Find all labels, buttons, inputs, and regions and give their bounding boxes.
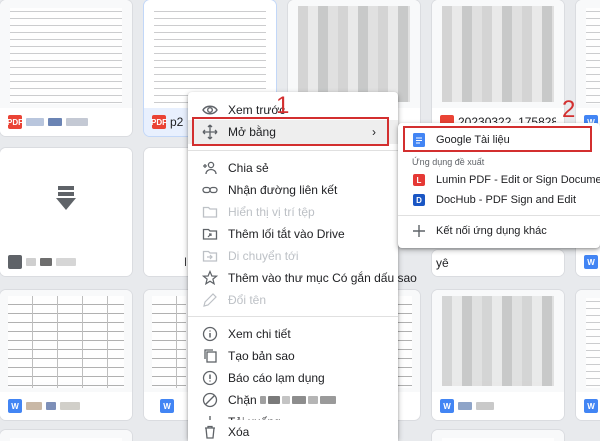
menu-item-label: Thêm vào thư mục Có gắn dấu sao [228, 271, 417, 285]
link-icon [202, 182, 218, 198]
menu-item-label: Đổi tên [228, 293, 267, 307]
copy-icon [202, 348, 218, 364]
menu-item-label: Di chuyển tới [228, 249, 299, 263]
open-with-submenu: Google Tài liệu Ứng dụng đề xuất L Lumin… [398, 123, 600, 248]
menu-item-label: Chặn [228, 393, 257, 407]
folder-icon [202, 204, 218, 220]
submenu-item-label: Lumin PDF - Edit or Sign Documents [436, 174, 600, 186]
menu-item-delete[interactable]: Xóa [188, 420, 398, 441]
file-card[interactable]: W [0, 290, 132, 420]
file-card[interactable]: W [144, 290, 194, 420]
star-icon [202, 270, 218, 286]
person-add-icon [202, 160, 218, 176]
blurred-email [260, 396, 336, 404]
menu-item-label: Chia sẻ [228, 161, 269, 175]
word-file-icon: W [584, 399, 598, 413]
menu-item-label: Xem chi tiết [228, 327, 291, 341]
file-name: yê [436, 256, 449, 270]
file-card[interactable] [432, 430, 564, 441]
menu-item-show-location[interactable]: Hiển thị vị trí tệp [188, 200, 398, 224]
menu-item-get-link[interactable]: Nhận đường liên kết [188, 178, 398, 202]
lumin-pdf-icon: L [412, 173, 426, 187]
word-file-icon: W [584, 255, 598, 269]
menu-item-move-to[interactable]: Di chuyển tới [188, 244, 398, 268]
menu-item-label: Tạo bản sao [228, 349, 295, 363]
folder-card[interactable] [0, 148, 132, 276]
context-menu: Xem trước Mở bằng › Chia sẻ Nhận đường l… [188, 92, 417, 441]
block-icon [202, 392, 218, 408]
pdf-file-icon: PDF [7, 115, 23, 129]
file-card[interactable]: yê [432, 250, 564, 276]
drive-shortcut-icon [202, 226, 218, 242]
menu-item-label: Nhận đường liên kết [228, 183, 338, 197]
highlight-box-open-with [192, 117, 389, 146]
word-file-icon: W [8, 399, 22, 413]
file-card[interactable]: IE [144, 148, 194, 276]
menu-item-report-abuse[interactable]: Báo cáo lạm dụng [188, 366, 398, 390]
file-name: IE [184, 255, 186, 269]
step-number-1: 1 [276, 92, 290, 119]
step-number-2: 2 [562, 96, 576, 123]
menu-item-block[interactable]: Chặn [188, 388, 398, 412]
menu-divider [188, 150, 398, 151]
file-card[interactable]: W [576, 0, 600, 136]
plus-icon [412, 224, 426, 238]
submenu-item-dochub[interactable]: D DocHub - PDF Sign and Edit [398, 189, 600, 211]
submenu-item-lumin-pdf[interactable]: L Lumin PDF - Edit or Sign Documents [398, 169, 600, 191]
file-card[interactable]: 20230322_175828721 [432, 0, 564, 136]
menu-item-label: Thêm lối tắt vào Drive [228, 227, 345, 241]
pdf-file-icon: PDF [151, 115, 167, 129]
menu-item-label: Xóa [228, 425, 250, 439]
menu-item-make-copy[interactable]: Tạo bản sao [188, 344, 398, 368]
file-card[interactable]: W [576, 290, 600, 420]
file-card[interactable]: PDF [0, 0, 132, 136]
file-card[interactable]: W [432, 290, 564, 420]
move-to-folder-icon [202, 248, 218, 264]
menu-item-details[interactable]: Xem chi tiết [188, 322, 398, 346]
file-name: p2 [170, 115, 184, 129]
menu-item-add-shortcut[interactable]: Thêm lối tắt vào Drive [188, 222, 398, 246]
menu-divider [188, 316, 398, 317]
menu-item-rename[interactable]: Đổi tên [188, 288, 398, 312]
menu-item-label: Báo cáo lạm dụng [228, 371, 325, 385]
word-file-icon: W [160, 399, 174, 413]
menu-divider [398, 215, 600, 216]
suggested-apps-header: Ứng dụng đề xuất [412, 157, 485, 167]
eye-icon [202, 102, 218, 118]
submenu-item-connect-more[interactable]: Kết nối ứng dụng khác [398, 220, 600, 242]
file-type-icon [8, 255, 22, 269]
file-card[interactable] [0, 430, 132, 441]
menu-item-add-starred[interactable]: Thêm vào thư mục Có gắn dấu sao [188, 266, 417, 290]
archive-stack-icon [56, 186, 76, 210]
highlight-box-google-docs [403, 126, 592, 152]
submenu-item-label: Kết nối ứng dụng khác [436, 225, 547, 237]
report-icon [202, 370, 218, 386]
trash-icon [202, 424, 218, 440]
menu-item-share[interactable]: Chia sẻ [188, 156, 398, 180]
info-icon [202, 326, 218, 342]
pencil-icon [202, 292, 218, 308]
submenu-item-label: DocHub - PDF Sign and Edit [436, 194, 577, 206]
menu-item-label: Hiển thị vị trí tệp [228, 205, 315, 219]
word-file-icon: W [440, 399, 454, 413]
dochub-icon: D [412, 193, 426, 207]
